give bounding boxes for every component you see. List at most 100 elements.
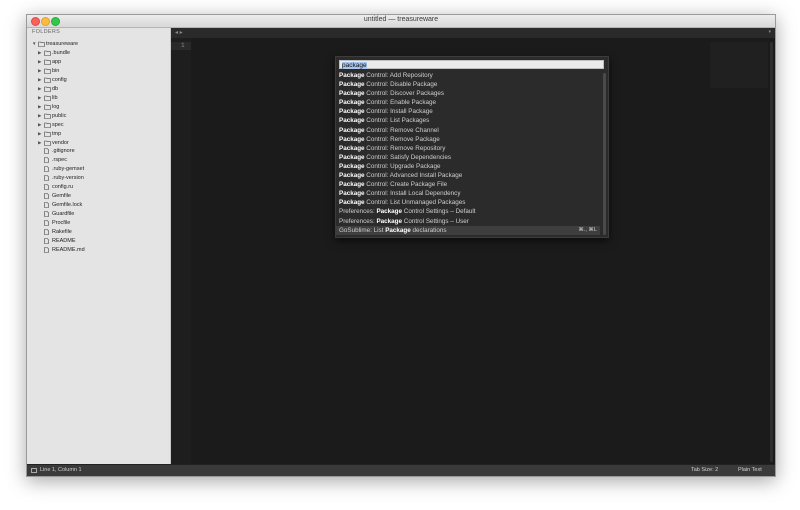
tree-file[interactable]: Procfile (44, 219, 70, 228)
palette-item[interactable]: Package Control: Satisfy Dependencies (336, 153, 600, 162)
file-icon (44, 219, 52, 226)
minimap[interactable] (710, 42, 768, 88)
tree-file[interactable]: Rakefile (44, 228, 72, 237)
folder-open-icon (38, 41, 46, 47)
tree-item-label: Gemfile.lock (52, 202, 83, 208)
tree-folder[interactable]: ▶ .bundle (38, 48, 70, 57)
tab-nav-arrows[interactable]: ◂ ▸ (175, 29, 183, 36)
palette-item-match: Package (339, 81, 365, 89)
tree-item-label: Guardfile (52, 211, 75, 217)
file-icon (44, 192, 52, 199)
tree-item-label: Gemfile (52, 193, 71, 199)
palette-item[interactable]: Preferences: Package Control Settings – … (336, 207, 600, 216)
palette-item-match: Package (339, 72, 365, 79)
palette-item-suffix: Control: Discover Packages (364, 90, 445, 98)
sublime-window: untitled — treasureware FOLDERS ▼ treasur… (26, 14, 776, 477)
palette-item-match: Package (385, 226, 411, 234)
palette-item[interactable]: Package Control: Discover Packages (336, 89, 600, 98)
tree-item-label: treasureware (46, 41, 79, 47)
folder-icon (44, 95, 52, 101)
tree-file[interactable]: Guardfile (44, 210, 74, 219)
palette-item-suffix: Control: Disable Package (364, 81, 438, 89)
folder-icon (44, 113, 52, 119)
tree-folder[interactable]: ▶ db (38, 84, 58, 93)
tree-folder[interactable]: ▶ log (38, 102, 59, 111)
palette-search-input[interactable]: package (339, 60, 604, 69)
tree-folder[interactable]: ▶ spec (38, 120, 64, 129)
palette-item-match: Package (339, 126, 365, 134)
palette-item[interactable]: Package Control: Install Local Dependenc… (336, 189, 600, 198)
tree-folder[interactable]: ▶ bin (38, 66, 59, 75)
palette-item-match: Package (339, 199, 365, 207)
tree-file[interactable]: .ruby-gemset (44, 165, 84, 174)
palette-item-prefix: GoSublime: List (339, 226, 386, 234)
tree-item-label: README (52, 238, 76, 244)
tree-file[interactable]: .ruby-version (44, 174, 84, 183)
tree-item-label: vendor (52, 140, 69, 146)
palette-item[interactable]: Package Control: Advanced Install Packag… (336, 171, 600, 180)
tree-item-label: .gitignore (52, 148, 75, 154)
palette-item-match: Package (339, 190, 365, 198)
palette-item-match: Package (339, 108, 365, 116)
palette-item-suffix: Control: Advanced Install Package (364, 172, 463, 180)
tree-item-label: log (52, 104, 60, 110)
tree-item-label: Procfile (52, 220, 71, 226)
folder-icon (44, 131, 52, 137)
palette-item[interactable]: GoSublime: List Package declarations ⌘., … (336, 225, 600, 235)
tree-folder[interactable]: ▶ lib (38, 93, 58, 102)
palette-item-suffix: Control Settings – Default (402, 208, 476, 216)
tree-file[interactable]: Gemfile (44, 192, 71, 201)
palette-item[interactable]: Package Control: Remove Package (336, 135, 600, 144)
tree-item-label: db (52, 86, 59, 92)
palette-item[interactable]: Package Control: Install Package (336, 107, 600, 116)
folder-icon (44, 104, 52, 110)
palette-item-suffix: Control: List Packages (364, 117, 430, 125)
editor-pane[interactable]: ◂ ▸ ▾ 1 package Package Control: Add Rep… (171, 28, 775, 464)
tree-folder[interactable]: ▶ vendor (38, 138, 69, 147)
tree-folder[interactable]: ▶ tmp (38, 129, 61, 138)
palette-item[interactable]: Package Control: List Packages (336, 116, 600, 125)
syntax-setting[interactable]: Plain Text (738, 465, 762, 476)
tree-file[interactable]: Gemfile.lock (44, 201, 82, 210)
folder-icon (44, 50, 52, 56)
file-icon (44, 201, 52, 208)
palette-item[interactable]: Package Control: Enable Package (336, 98, 600, 107)
palette-item[interactable]: Package Control: Create Package File (336, 180, 600, 189)
tree-file[interactable]: README.md (44, 246, 85, 255)
editor-scrollbar[interactable] (770, 42, 773, 462)
palette-item[interactable]: Package Control: Upgrade Package (336, 162, 600, 171)
tree-item-label: spec (52, 122, 64, 128)
palette-item[interactable]: Package Control: List Unmanaged Packages (336, 198, 600, 207)
tree-item-label: public (52, 113, 67, 119)
tree-folder[interactable]: ▶ public (38, 111, 66, 120)
tree-root-folder[interactable]: ▼ treasureware (32, 39, 78, 48)
tree-file[interactable]: .gitignore (44, 147, 75, 156)
palette-item[interactable]: Preferences: Package Control Settings – … (336, 217, 600, 226)
tab-dropdown-icon[interactable]: ▾ (768, 29, 771, 35)
palette-item[interactable]: Package Control: Disable Package (336, 80, 600, 89)
palette-scrollbar[interactable] (603, 73, 606, 235)
tree-item-label: bin (52, 68, 60, 74)
tree-item-label: tmp (52, 131, 62, 137)
tree-file[interactable]: .rspec (44, 156, 67, 165)
line-gutter (171, 38, 191, 464)
tree-item-label: app (52, 59, 62, 65)
palette-item-prefix: Preferences: (339, 208, 377, 216)
tab-size-setting[interactable]: Tab Size: 2 (691, 465, 718, 476)
tree-file[interactable]: README (44, 237, 76, 246)
tree-folder[interactable]: ▶ config (38, 75, 67, 84)
tree-folder[interactable]: ▶ app (38, 57, 61, 66)
palette-item[interactable]: Package Control: Add Repository (336, 71, 600, 80)
line-number: 1 (181, 42, 185, 49)
folder-icon (44, 140, 52, 146)
panel-toggle-icon[interactable] (31, 468, 37, 473)
palette-item-suffix: Control: Install Local Dependency (364, 190, 461, 198)
palette-item-suffix: Control: Install Package (364, 108, 433, 116)
palette-item[interactable]: Package Control: Remove Channel (336, 126, 600, 135)
palette-item-suffix: Control: Remove Repository (364, 144, 446, 152)
palette-item-match: Package (339, 172, 365, 180)
cursor-position: Line 1, Column 1 (40, 467, 82, 473)
file-icon (44, 183, 52, 190)
palette-item[interactable]: Package Control: Remove Repository (336, 144, 600, 153)
tree-file[interactable]: config.ru (44, 183, 73, 192)
